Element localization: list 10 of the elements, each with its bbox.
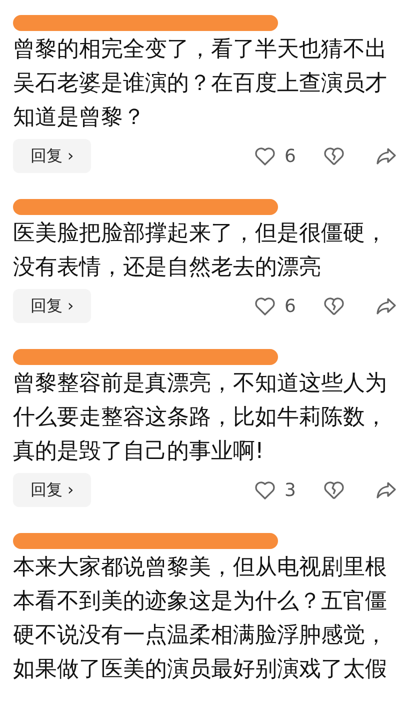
like-count: 6: [284, 296, 296, 316]
reply-button[interactable]: 回复 ›: [13, 289, 91, 323]
comment-text: 医美脸把脸部撑起来了，但是很僵硬，没有表情，还是自然老去的漂亮: [13, 220, 388, 282]
comment-text: 本来大家都说曾黎美，但从电视剧里根本看不到美的迹象这是为什么？五官僵硬不说没有一点温柔相满脸浮肿感觉，如果做了医美的演员最好别演戏了太假: [13, 554, 388, 684]
comment-text: 曾黎整容前是真漂亮，不知道这些人为什么要走整容这条路，比如牛莉陈数，真的是毁了自己的事业啊!: [13, 370, 388, 466]
comment-text: 曾黎的相完全变了，看了半天也猜不出吴石老婆是谁演的？在百度上查演员才知道是曾黎？: [13, 36, 388, 132]
like-count: 6: [284, 146, 296, 166]
reply-button[interactable]: 回复 ›: [13, 139, 91, 173]
like-count: 3: [284, 480, 296, 500]
reply-button[interactable]: 回复 ›: [13, 473, 91, 507]
